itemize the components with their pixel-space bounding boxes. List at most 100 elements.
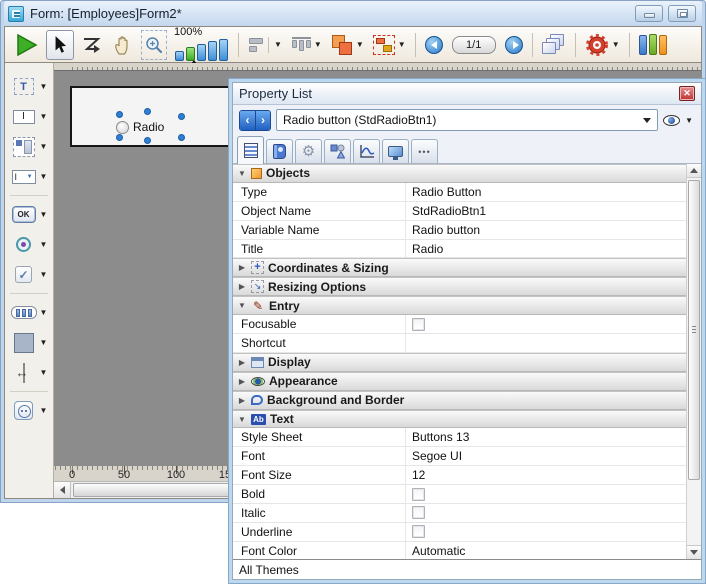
minimize-button[interactable]	[635, 5, 663, 22]
scroll-down-icon[interactable]	[687, 545, 701, 559]
library-books-button[interactable]	[637, 30, 669, 60]
property-row[interactable]: Object NameStdRadioBtn1	[233, 202, 686, 221]
zoom-magnifier-button[interactable]	[141, 30, 167, 60]
chevron-down-icon[interactable]: ▼	[40, 270, 48, 279]
property-row[interactable]: Bold	[233, 485, 686, 504]
tool-button-grid[interactable]: ▼	[6, 299, 52, 326]
maximize-button[interactable]	[668, 5, 696, 22]
tab-events-chart[interactable]	[353, 139, 380, 163]
run-form-button[interactable]	[11, 30, 41, 60]
tab-all-properties[interactable]	[237, 136, 264, 164]
selection-handle[interactable]	[178, 113, 185, 120]
property-row[interactable]: FontSegoe UI	[233, 447, 686, 466]
tool-plugin-area[interactable]: ▼	[6, 397, 52, 424]
property-value-cell[interactable]: Radio button	[405, 221, 686, 239]
radio-button-object[interactable]: Radio	[116, 120, 164, 134]
property-value-cell[interactable]	[405, 315, 686, 333]
property-value-cell[interactable]: 12	[405, 466, 686, 484]
property-value-cell[interactable]	[405, 334, 686, 352]
titlebar[interactable]: Form: [Employees]Form2*	[4, 1, 702, 26]
view-options-button[interactable]: ▼	[663, 115, 695, 126]
property-group-row[interactable]: ▶Background and Border	[233, 391, 686, 410]
tool-check-box[interactable]: ✓▼	[6, 261, 52, 288]
chevron-down-icon[interactable]: ▼	[314, 40, 322, 49]
chevron-down-icon[interactable]: ▼	[40, 82, 48, 91]
chevron-down-icon[interactable]: ▼	[40, 338, 48, 347]
property-row[interactable]: Variable NameRadio button	[233, 221, 686, 240]
selection-handle[interactable]	[116, 111, 123, 118]
scroll-left-icon[interactable]	[54, 482, 71, 498]
tool-radio-button[interactable]: ▼	[6, 231, 52, 258]
form-page[interactable]: Radio	[70, 86, 237, 147]
property-row[interactable]: Italic	[233, 504, 686, 523]
property-row[interactable]: Font Size12	[233, 466, 686, 485]
expand-triangle-icon[interactable]: ▶	[233, 377, 251, 386]
property-group-row[interactable]: ▶Display	[233, 353, 686, 372]
property-value-cell[interactable]: Radio	[405, 240, 686, 258]
chevron-down-icon[interactable]: ▼	[40, 112, 48, 121]
tab-objects-shapes[interactable]	[324, 139, 351, 163]
selection-handle[interactable]	[144, 108, 151, 115]
tool-text[interactable]: T▼	[6, 73, 52, 100]
property-value-cell[interactable]: Buttons 13	[405, 428, 686, 446]
property-group-row[interactable]: ▶Appearance	[233, 372, 686, 391]
vertical-scrollbar[interactable]	[686, 164, 701, 559]
pan-hand-button[interactable]	[110, 30, 136, 60]
align-button[interactable]: ▼	[246, 30, 284, 60]
collapse-triangle-icon[interactable]: ▼	[233, 169, 251, 178]
property-value-cell[interactable]: Segoe UI	[405, 447, 686, 465]
property-row[interactable]: Style SheetButtons 13	[233, 428, 686, 447]
expand-triangle-icon[interactable]: ▶	[233, 396, 251, 405]
property-group-row[interactable]: ▶↘Resizing Options	[233, 277, 686, 296]
expand-triangle-icon[interactable]: ▶	[233, 282, 251, 291]
selection-handle[interactable]	[178, 134, 185, 141]
tab-theme-book[interactable]	[266, 139, 293, 163]
property-row[interactable]: TypeRadio Button	[233, 183, 686, 202]
zoom-bar-200[interactable]	[197, 44, 206, 61]
previous-object-button[interactable]: ‹	[240, 111, 255, 130]
next-object-button[interactable]: ›	[255, 111, 270, 130]
chevron-down-icon[interactable]: ▼	[612, 40, 620, 49]
chevron-down-icon[interactable]: ▼	[274, 40, 282, 49]
chevron-down-icon[interactable]: ▼	[40, 308, 48, 317]
scrollbar-thumb[interactable]	[688, 180, 700, 480]
collapse-triangle-icon[interactable]: ▼	[233, 415, 251, 424]
tab-settings[interactable]: ⚙	[295, 139, 322, 163]
checkbox-unchecked[interactable]	[412, 525, 425, 538]
selection-handle[interactable]	[116, 134, 123, 141]
property-value-cell[interactable]	[405, 504, 686, 522]
checkbox-unchecked[interactable]	[412, 318, 425, 331]
zoom-bar-50[interactable]	[175, 51, 184, 61]
chevron-down-icon[interactable]: ▼	[40, 406, 48, 415]
chevron-down-icon[interactable]: ▼	[398, 40, 406, 49]
chevron-down-icon[interactable]: ▼	[40, 368, 48, 377]
zoom-bar-800[interactable]	[219, 39, 228, 61]
zoom-bar-100-selected[interactable]	[186, 47, 195, 61]
property-group-row[interactable]: ▼✎Entry	[233, 296, 686, 315]
expand-triangle-icon[interactable]: ▶	[233, 358, 251, 367]
chevron-down-icon[interactable]: ▼	[40, 142, 48, 151]
chevron-down-icon[interactable]: ▼	[356, 40, 364, 49]
selection-handle[interactable]	[144, 137, 151, 144]
actions-gear-button[interactable]: ▼	[583, 30, 622, 60]
page-previous-button[interactable]	[423, 30, 445, 60]
tab-display-monitor[interactable]	[382, 139, 409, 163]
property-value-cell[interactable]: Radio Button	[405, 183, 686, 201]
zoom-bar-400[interactable]	[208, 41, 217, 61]
property-group-row[interactable]: ▼AbText	[233, 410, 686, 429]
property-row[interactable]: TitleRadio	[233, 240, 686, 259]
property-value-cell[interactable]: StdRadioBtn1	[405, 202, 686, 220]
tool-list-box[interactable]: ▼	[6, 133, 52, 160]
chevron-down-icon[interactable]: ▼	[40, 210, 48, 219]
tool-rectangle[interactable]: ▼	[6, 329, 52, 356]
checkbox-unchecked[interactable]	[412, 506, 425, 519]
tool-button[interactable]: OK▼	[6, 201, 52, 228]
property-row[interactable]: Underline	[233, 523, 686, 542]
tab-more[interactable]: •••	[411, 139, 438, 163]
object-dropdown[interactable]: Radio button (StdRadioBtn1)	[276, 109, 658, 131]
select-arrow-button[interactable]	[46, 30, 74, 60]
property-value-cell[interactable]	[405, 485, 686, 503]
property-list-titlebar[interactable]: Property List ✕	[233, 83, 701, 105]
tool-splitter[interactable]: ▼	[6, 359, 52, 386]
checkbox-unchecked[interactable]	[412, 488, 425, 501]
